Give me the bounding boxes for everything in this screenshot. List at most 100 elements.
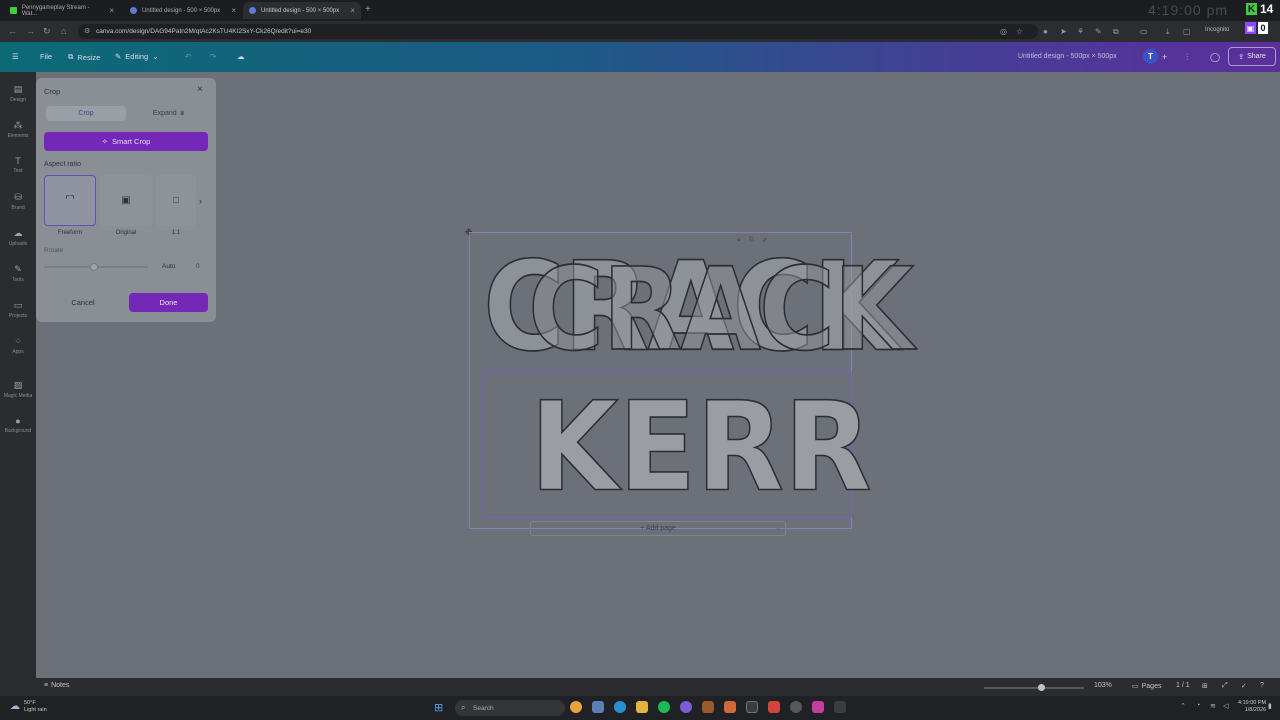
close-icon[interactable]: × (350, 6, 355, 15)
network-icon[interactable]: ◔ (1196, 702, 1200, 709)
sidebar-item-tools[interactable]: ✎ Tools (0, 264, 36, 283)
share-button[interactable]: ⇪ Share (1228, 47, 1276, 66)
done-button[interactable]: Done (129, 293, 208, 312)
aspect-option-freeform[interactable]: ⌜⌝ (44, 175, 96, 226)
edge-icon[interactable] (614, 701, 626, 713)
rotate-auto-button[interactable]: Auto (162, 263, 175, 270)
smart-crop-label: Smart Crop (111, 137, 151, 146)
sidebar-item-design[interactable]: ▤ Design (0, 84, 36, 103)
brave-icon[interactable] (768, 701, 780, 713)
add-page-button[interactable]: + Add page (530, 521, 786, 536)
incognito-label[interactable]: Incognito (1205, 27, 1229, 33)
volume-icon[interactable]: ◁ (1223, 702, 1228, 710)
design-text-kerr[interactable]: KERR (529, 385, 872, 510)
undo-icon[interactable]: ↶ (185, 52, 191, 61)
site-info-icon[interactable]: ⚙ (84, 27, 90, 35)
notification-icon[interactable]: ▮ (1268, 702, 1272, 710)
extension-icon[interactable]: ✎ (1095, 27, 1102, 36)
smart-crop-button[interactable]: ✧ Smart Crop (44, 132, 208, 151)
home-icon[interactable]: ⌂ (61, 26, 66, 36)
task-view-icon[interactable] (592, 701, 604, 713)
browser-tab-kick[interactable]: Pennygameplay Stream - Wat... × (4, 2, 120, 19)
app-icon[interactable] (812, 701, 824, 713)
sidebar-item-projects[interactable]: ▭ Projects (0, 300, 36, 319)
cloud-saved-icon[interactable]: ☁ (237, 52, 245, 61)
tab-crop[interactable]: Crop (46, 106, 126, 121)
chevron-down-icon[interactable]: ⌄ (775, 524, 781, 532)
file-menu[interactable]: File (40, 52, 52, 61)
extension-dot-icon[interactable]: ● (1043, 27, 1048, 36)
puzzle-icon[interactable]: ⧉ (1113, 27, 1119, 37)
taskbar-date: 1/8/2026 (1244, 707, 1267, 714)
aspect-option-original[interactable]: ▣ (100, 175, 152, 226)
eye-off-icon[interactable]: ◎ (1000, 27, 1007, 36)
pages-button[interactable]: ▭ Pages (1132, 682, 1161, 691)
design-text-crack[interactable]: CRACK (527, 251, 914, 367)
menu-icon[interactable]: ☰ (12, 52, 19, 61)
rotate-slider-handle[interactable] (90, 263, 98, 271)
editing-mode-button[interactable]: ✎ Editing ⌄ (115, 52, 159, 61)
terminal-icon[interactable] (746, 701, 758, 713)
sidebar-item-apps[interactable]: ⁘ Apps (0, 336, 36, 355)
forward-icon[interactable]: → (26, 26, 35, 36)
extension-icon[interactable]: ➤ (1060, 27, 1067, 36)
new-tab-icon[interactable]: + (365, 4, 371, 15)
avatar[interactable]: T (1143, 49, 1158, 64)
tab-title: Pennygameplay Stream - Wat... (21, 4, 90, 17)
grid-view-icon[interactable]: ⊞ (1202, 682, 1208, 690)
sidebar-item-background[interactable]: ● Background (0, 416, 36, 434)
discord-icon[interactable] (680, 701, 692, 713)
browser-tab-canva-2[interactable]: Untitled design - 500 × 500px × (243, 2, 361, 19)
windows-start-icon[interactable]: ⊞ (434, 701, 443, 714)
taskbar-search[interactable]: ⌕ Search (455, 700, 565, 716)
window-icon[interactable]: ▢ (1183, 27, 1191, 36)
back-icon[interactable]: ← (8, 26, 17, 36)
aspect-option-1-1[interactable]: □ (156, 175, 196, 226)
weather-widget[interactable]: ☁ 50°F Light rain (10, 700, 47, 713)
sidebar-item-brand[interactable]: ⛁ Brand (0, 192, 36, 211)
split-view-icon[interactable]: ▭ (1140, 27, 1148, 36)
chevron-right-icon[interactable]: › (199, 196, 202, 206)
zoom-slider[interactable] (984, 687, 1084, 689)
help-icon[interactable]: ? (1260, 682, 1264, 689)
comment-icon[interactable]: ◯ (1210, 52, 1220, 63)
address-bar[interactable]: ⚙ canva.com/design/DAG94PaIn2M/qtAc2KsTU… (78, 24, 1038, 39)
cancel-button[interactable]: Cancel (44, 293, 122, 312)
app-icon[interactable] (834, 701, 846, 713)
rotate-value-input[interactable]: 0 (196, 263, 200, 270)
sidebar-item-text[interactable]: T Text (0, 156, 36, 174)
app-icon[interactable] (702, 701, 714, 713)
taskbar-clock[interactable]: 4:19:00 PM 1/8/2026 (1238, 700, 1266, 714)
download-icon[interactable]: ⤓ (1166, 27, 1170, 37)
zoom-slider-handle[interactable] (1038, 684, 1045, 691)
analytics-icon[interactable]: ⫶ (1186, 52, 1188, 63)
file-explorer-icon[interactable] (636, 701, 648, 713)
sidebar-item-uploads[interactable]: ☁ Uploads (0, 228, 36, 247)
crop-panel: Crop × Crop Expand ♛ ✧ Smart Crop Aspect… (36, 78, 216, 322)
zoom-level[interactable]: 103% (1094, 682, 1112, 689)
sidebar-item-elements[interactable]: ⁂ Elements (0, 120, 36, 139)
chrome-icon[interactable] (570, 701, 582, 713)
add-collaborator-icon[interactable]: + (1162, 52, 1167, 62)
app-icon[interactable] (790, 701, 802, 713)
bookmark-star-icon[interactable]: ☆ (1016, 27, 1023, 36)
wifi-icon[interactable]: ≋ (1210, 702, 1216, 710)
extension-icon[interactable]: ⚘ (1077, 27, 1084, 36)
redo-icon[interactable]: ↷ (210, 52, 216, 61)
check-icon[interactable]: ✓ (1241, 682, 1247, 690)
browser-tab-canva-1[interactable]: Untitled design - 500 × 500px × (124, 2, 242, 19)
reload-icon[interactable]: ↻ (43, 26, 51, 37)
notes-button[interactable]: ≡ Notes (44, 682, 69, 689)
aspect-option-label: Freeform (57, 230, 83, 236)
app-icon[interactable] (724, 701, 736, 713)
close-icon[interactable]: × (197, 84, 203, 95)
spotify-icon[interactable] (658, 701, 670, 713)
document-title[interactable]: Untitled design - 500px × 500px (1018, 53, 1117, 60)
tray-chevron-icon[interactable]: ⌃ (1180, 702, 1186, 710)
sidebar-item-magic-media[interactable]: ▨ Magic Media (0, 380, 36, 399)
tab-expand[interactable]: Expand ♛ (130, 106, 208, 121)
fullscreen-icon[interactable]: ⤢ (1222, 682, 1228, 690)
close-icon[interactable]: × (109, 6, 114, 15)
close-icon[interactable]: × (231, 6, 236, 15)
resize-button[interactable]: ⧉ Resize (68, 52, 100, 62)
